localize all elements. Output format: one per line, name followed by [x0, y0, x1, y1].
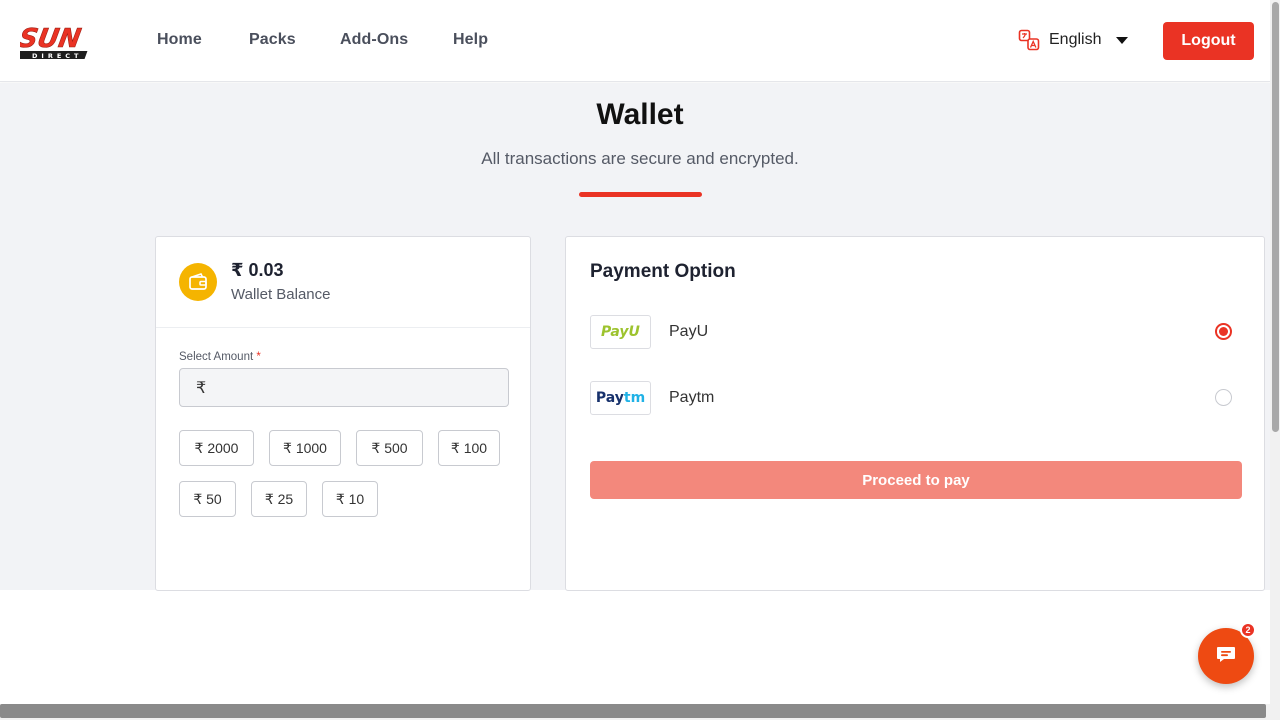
sun-direct-logo[interactable]: SUN DIRECT	[20, 22, 108, 62]
horizontal-scrollbar-thumb[interactable]	[0, 704, 1266, 718]
wallet-icon	[179, 263, 217, 301]
nav-add-ons[interactable]: Add-Ons	[340, 31, 408, 49]
page-subtitle: All transactions are secure and encrypte…	[481, 149, 799, 168]
payment-card: Payment Option PayU PayU Paytm Paytm Pro…	[565, 236, 1265, 591]
select-amount-label: Select Amount *	[179, 351, 261, 363]
page-title: Wallet	[596, 98, 684, 131]
logo-text-sub: DIRECT	[32, 52, 82, 60]
wallet-balance-section: ₹ 0.03 Wallet Balance	[156, 237, 530, 328]
payment-option-payu[interactable]: PayU PayU	[590, 315, 1242, 351]
paytm-label: Paytm	[669, 389, 715, 406]
paytm-logo-pay: Pay	[595, 390, 624, 406]
payment-option-paytm[interactable]: Paytm Paytm	[590, 381, 1242, 417]
amount-chip-10[interactable]: ₹ 10	[322, 481, 378, 517]
logo-text-main: SUN	[20, 24, 83, 54]
select-amount-text: Select Amount	[179, 351, 254, 363]
wallet-card: ₹ 0.03 Wallet Balance Select Amount * ₹ …	[155, 236, 531, 591]
proceed-to-pay-button[interactable]: Proceed to pay	[590, 461, 1242, 499]
payment-option-title: Payment Option	[590, 261, 736, 282]
amount-chip-50[interactable]: ₹ 50	[179, 481, 236, 517]
nav-home[interactable]: Home	[157, 31, 202, 49]
amount-input[interactable]	[212, 369, 508, 406]
chat-icon	[1215, 643, 1237, 670]
language-label: English	[1049, 31, 1102, 48]
paytm-radio[interactable]	[1215, 389, 1232, 406]
amount-chip-25[interactable]: ₹ 25	[251, 481, 307, 517]
rupee-symbol: ₹	[196, 379, 207, 397]
logout-button[interactable]: Logout	[1163, 22, 1254, 60]
payu-label: PayU	[669, 323, 709, 340]
vertical-scrollbar-thumb[interactable]	[1272, 2, 1279, 432]
payu-logo-text: PayU	[601, 324, 640, 340]
amount-chip-100[interactable]: ₹ 100	[438, 430, 500, 466]
paytm-logo: Paytm	[590, 381, 651, 415]
amount-chip-500[interactable]: ₹ 500	[356, 430, 423, 466]
chat-notification-badge: 2	[1240, 622, 1256, 638]
translate-icon	[1018, 29, 1040, 51]
amount-chip-1000[interactable]: ₹ 1000	[269, 430, 341, 466]
top-header: SUN DIRECT Home Packs Add-Ons Help Engli…	[0, 0, 1270, 82]
nav-help[interactable]: Help	[453, 31, 488, 49]
chevron-down-icon	[1116, 36, 1129, 44]
amount-chip-2000[interactable]: ₹ 2000	[179, 430, 254, 466]
title-underline	[579, 192, 702, 197]
wallet-balance-label: Wallet Balance	[231, 286, 331, 303]
wallet-balance-amount: ₹ 0.03	[231, 260, 284, 280]
required-marker: *	[256, 351, 261, 363]
payu-radio[interactable]	[1215, 323, 1232, 340]
language-selector[interactable]: English	[1018, 29, 1129, 51]
paytm-logo-tm: tm	[623, 390, 646, 406]
amount-field[interactable]: ₹	[179, 368, 509, 407]
nav-packs[interactable]: Packs	[249, 31, 296, 49]
payu-logo: PayU	[590, 315, 651, 349]
